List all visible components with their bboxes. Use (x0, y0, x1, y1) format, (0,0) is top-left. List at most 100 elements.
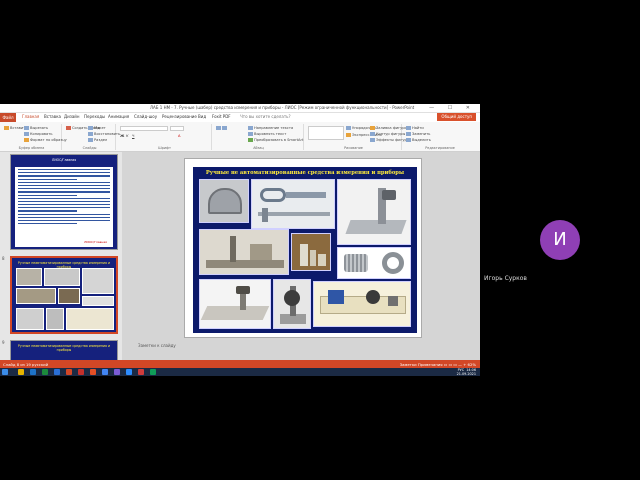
tab-review[interactable]: Рецензирование (162, 114, 197, 119)
photo-radius-gauge (199, 179, 249, 223)
format-painter-button[interactable]: Формат по образцу (24, 138, 67, 142)
app-icon[interactable] (150, 369, 156, 375)
select-button[interactable]: Выделить (406, 138, 431, 142)
tab-slideshow[interactable]: Слайд-шоу (134, 114, 157, 119)
reset-button[interactable]: Восстановить (88, 132, 120, 136)
text-direction-button[interactable]: Направление текста (248, 126, 293, 130)
window-controls[interactable]: — ☐ ✕ (429, 105, 476, 111)
thumbnail-title: Ручные неавтоматизированные средства изм… (17, 344, 111, 352)
select-icon (406, 138, 411, 142)
shape-outline-button[interactable]: Контур фигуры (370, 132, 405, 136)
participant-tile: И Игорь Сурков (480, 104, 640, 376)
system-tray[interactable]: РУС 14:06 21.09.2021 (457, 368, 476, 376)
drawing-group-label: Рисование (344, 146, 363, 150)
skype-icon[interactable] (54, 369, 60, 375)
slide-title[interactable]: Ручные не автоматизированные средства из… (193, 170, 417, 176)
photo-measuring-stand (337, 179, 411, 245)
outline-icon (370, 132, 375, 136)
tab-design[interactable]: Дизайн (64, 114, 80, 119)
thumbnail-image (16, 268, 42, 286)
find-button[interactable]: Найти (406, 126, 424, 130)
avatar: И (540, 220, 580, 260)
editing-group: Найти Заменить Выделить Редактирование (404, 124, 476, 150)
drawing-group: Упорядочить Экспресс-стили Заливка фигур… (306, 124, 410, 150)
status-bar: Слайд 8 из 19 русский Заметки Примечания… (0, 360, 480, 368)
tell-me-input[interactable]: Что вы хотите сделать? (240, 114, 291, 119)
slide-thumbnail-8[interactable]: Ручные неавтоматизированные средства изм… (10, 256, 118, 334)
video-conference-view: ЛАБ 1 НМ - 7. Ручные (шабер) средства из… (0, 0, 640, 480)
underline-button[interactable]: Ч (132, 134, 134, 138)
shapes-gallery[interactable] (308, 126, 344, 140)
clipboard-group: Вставить Вырезать Копировать Формат по о… (2, 124, 67, 150)
tab-view[interactable]: Вид (198, 114, 206, 119)
notes-placeholder[interactable]: Заметки к слайду (138, 343, 176, 348)
ribbon-tabs: Файл Главная Вставка Дизайн Переходы Ани… (0, 113, 480, 122)
tab-transitions[interactable]: Переходы (84, 114, 105, 119)
tab-foxit[interactable]: Foxit PDF (212, 114, 231, 119)
share-button[interactable]: Общий доступ (437, 113, 476, 121)
fill-bucket-icon (370, 126, 375, 130)
arrange-icon (346, 126, 351, 130)
thumbnail-image (82, 296, 114, 306)
tab-insert[interactable]: Вставка (44, 114, 61, 119)
section-button[interactable]: Раздел (88, 138, 107, 142)
quick-styles-icon (346, 133, 351, 137)
scissors-icon (24, 126, 29, 130)
app-icon[interactable] (138, 369, 144, 375)
bullets-button[interactable] (216, 126, 228, 130)
brush-icon (24, 138, 29, 142)
chrome-icon[interactable] (102, 369, 108, 375)
search-icon (406, 126, 411, 130)
app-icon[interactable] (90, 369, 96, 375)
windows-start-icon[interactable] (2, 369, 8, 375)
thumbnail-link: ЛИОС/Главная (84, 240, 107, 244)
cut-button[interactable]: Вырезать (24, 126, 48, 130)
slide-thumbnails-pane[interactable]: ЛИОС/Главная ЛИОС/Главная 8 Ручные неавт… (0, 152, 122, 360)
shape-fill-button[interactable]: Заливка фигуры (370, 126, 407, 130)
current-slide[interactable]: Ручные не автоматизированные средства из… (184, 158, 422, 338)
window-title: ЛАБ 1 НМ - 7. Ручные (шабер) средства из… (150, 105, 415, 110)
photo-gauge-blocks (291, 233, 331, 271)
photo-length-measuring-machine (313, 281, 411, 327)
ribbon: Вставить Вырезать Копировать Формат по о… (0, 122, 480, 152)
layout-icon (88, 126, 93, 130)
font-size-select[interactable] (170, 126, 184, 131)
replace-icon (406, 132, 411, 136)
effects-icon (370, 138, 375, 142)
bullets-icon (216, 126, 221, 130)
reset-icon (88, 132, 93, 136)
text-direction-icon (248, 126, 253, 130)
participant-name: Игорь Сурков (484, 275, 527, 282)
align-text-button[interactable]: Выровнять текст (248, 132, 286, 136)
powerpoint-icon[interactable] (66, 369, 72, 375)
tab-file[interactable]: Файл (0, 113, 16, 122)
windows-taskbar: РУС 14:06 21.09.2021 (0, 368, 480, 376)
smartart-button[interactable]: Преобразовать в SmartArt (248, 138, 303, 142)
layout-button[interactable]: Макет (88, 126, 106, 130)
bold-button[interactable]: Ж (120, 134, 124, 138)
tab-animations[interactable]: Анимация (108, 114, 129, 119)
slide-number-9: 9 (2, 340, 5, 345)
slide-editor[interactable]: Ручные не автоматизированные средства из… (122, 152, 480, 360)
status-view-controls[interactable]: Заметки Примечания ▭ ▭ ▭ — + 62% (400, 362, 476, 367)
replace-button[interactable]: Заменить (406, 132, 430, 136)
align-text-icon (248, 132, 253, 136)
slide-thumbnail-9[interactable]: Ручные неавтоматизированные средства изм… (10, 340, 118, 360)
zoom-icon[interactable] (126, 369, 132, 375)
thumbnail-image (82, 268, 114, 294)
slides-group-label: Слайды (82, 146, 97, 150)
tab-home[interactable]: Главная (22, 114, 39, 119)
font-name-select[interactable] (120, 126, 168, 131)
font-color-button[interactable]: А (178, 134, 180, 138)
word-icon[interactable] (30, 369, 36, 375)
shared-screen: ЛАБ 1 НМ - 7. Ручные (шабер) средства из… (0, 104, 480, 376)
thumbnail-image (66, 308, 114, 330)
italic-button[interactable]: К (126, 134, 129, 138)
excel-icon[interactable] (42, 369, 48, 375)
slide-thumbnail-7[interactable]: ЛИОС/Главная ЛИОС/Главная (10, 154, 118, 250)
copy-button[interactable]: Копировать (24, 132, 52, 136)
folder-icon[interactable] (18, 369, 24, 375)
title-bar: ЛАБ 1 НМ - 7. Ручные (шабер) средства из… (0, 104, 480, 113)
app-icon[interactable] (114, 369, 120, 375)
app-icon[interactable] (78, 369, 84, 375)
